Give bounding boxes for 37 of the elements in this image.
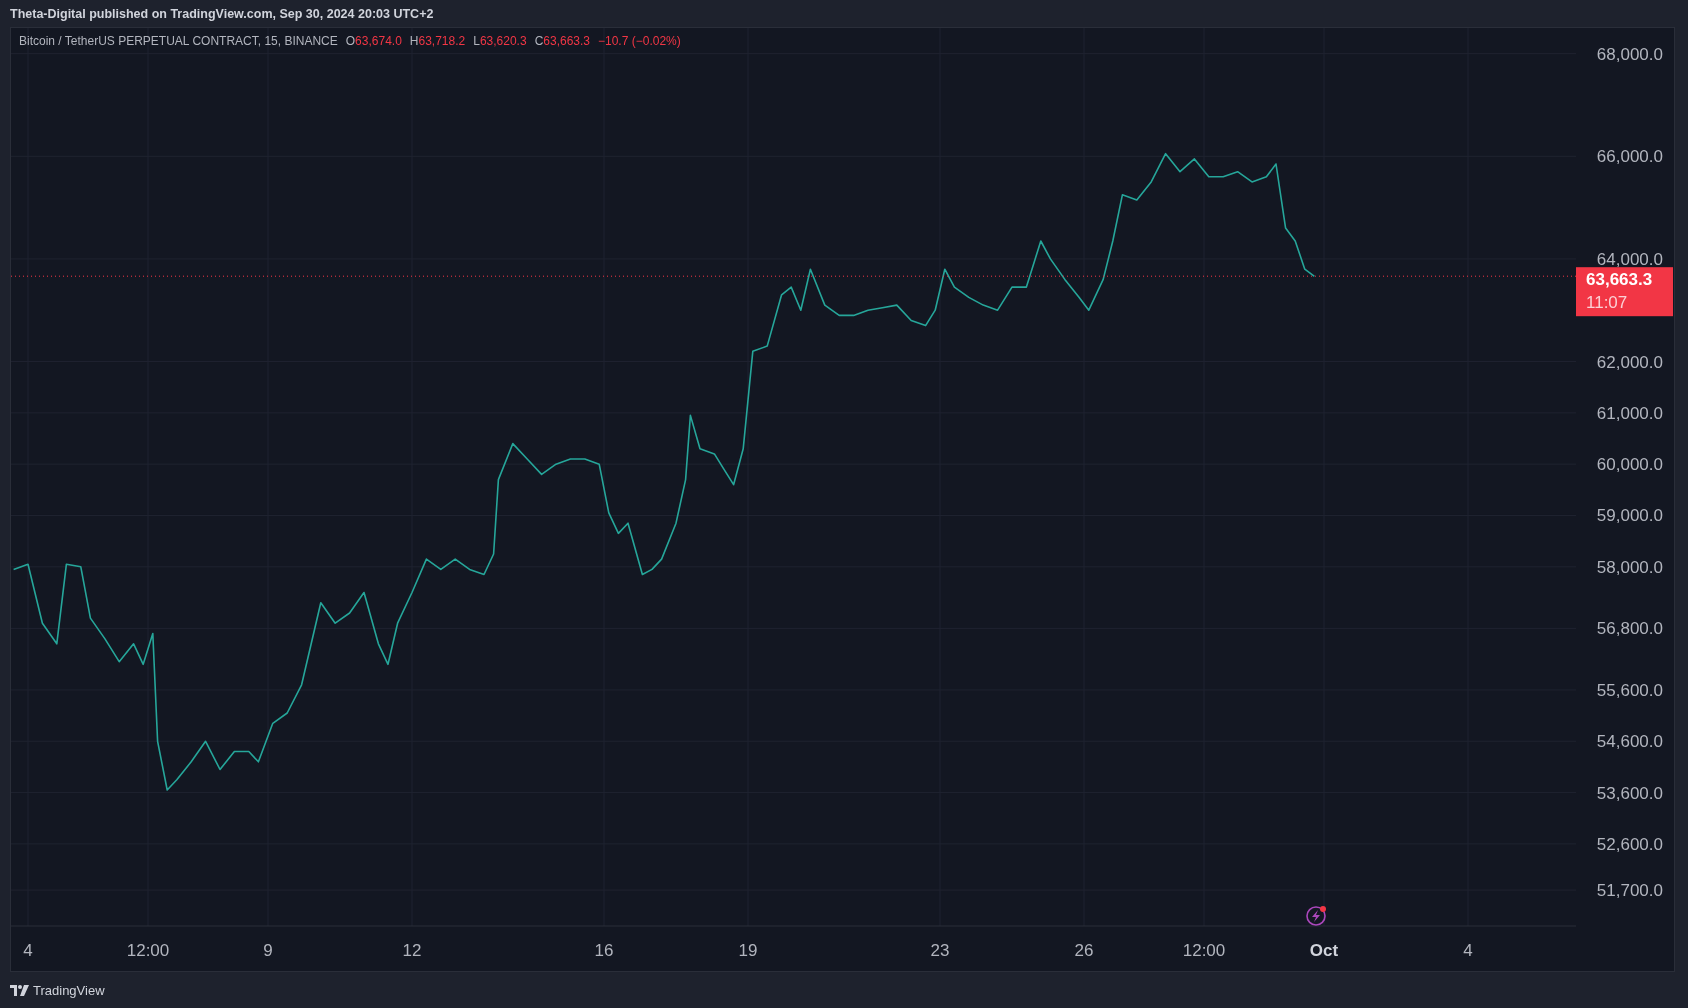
time-axis-label: 9: [263, 941, 273, 960]
time-axis-label: 4: [23, 941, 33, 960]
time-axis-label: 16: [594, 941, 614, 960]
ohlc-value: O63,674.0: [345, 34, 402, 48]
price-axis-label: 62,000.0: [1596, 352, 1663, 372]
ohlc-value: L63,620.3: [473, 34, 527, 48]
lightning-icon[interactable]: [1306, 906, 1326, 926]
price-axis-label: 54,600.0: [1596, 732, 1663, 752]
time-axis-label: 12:00: [126, 941, 170, 960]
price-axis-label: 64,000.0: [1596, 249, 1663, 269]
price-axis-label: 55,600.0: [1596, 680, 1663, 700]
time-axis-label: Oct: [1309, 941, 1339, 960]
brand-name: TradingView: [33, 982, 105, 998]
last-price-tag: 63,663.3 11:07: [1576, 267, 1673, 317]
time-axis-label: 12: [402, 941, 422, 960]
price-axis-label: 61,000.0: [1596, 403, 1663, 423]
ohlc-value: H63,718.2: [409, 34, 466, 48]
ohlc-value: C63,663.3: [534, 34, 590, 48]
ref-line-label: 63,663.3: [1586, 270, 1653, 290]
time-axis-label: 26: [1074, 941, 1094, 960]
logo-icon: [10, 984, 29, 996]
price-change: −10.7 (−0.02%): [598, 34, 681, 48]
price-axis-label: 68,000.0: [1596, 44, 1663, 64]
price-axis-label: 59,000.0: [1596, 506, 1663, 526]
price-axis-label: 53,600.0: [1596, 783, 1663, 803]
symbol-title: Bitcoin / TetherUS PERPETUAL CONTRACT, 15, BINANCE: [19, 34, 338, 48]
price-axis-label: 58,000.0: [1596, 557, 1663, 577]
publish-info: Theta-Digital published on TradingView.com, Sep 30, 2024 20:03 UTC+2: [10, 6, 434, 21]
time-axis-label: 12:00: [1182, 941, 1226, 960]
time-axis-label: 4: [1463, 941, 1473, 960]
price-axis-label: 52,600.0: [1596, 834, 1663, 854]
time-axis-label: 23: [930, 941, 950, 960]
price-axis-label: 56,800.0: [1596, 619, 1663, 639]
time-axis-label: 19: [738, 941, 758, 960]
price-axis-label: 60,000.0: [1596, 455, 1663, 475]
price-axis-label: 51,700.0: [1596, 881, 1663, 901]
price-axis-label: 66,000.0: [1596, 147, 1663, 167]
